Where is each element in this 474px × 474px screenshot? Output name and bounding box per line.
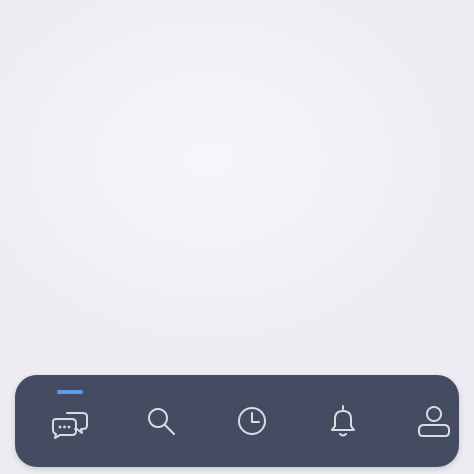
tab-profile[interactable]	[404, 375, 464, 467]
bell-icon	[323, 401, 363, 441]
tab-notifications[interactable]	[313, 375, 373, 467]
active-tab-indicator	[57, 390, 83, 394]
tab-history[interactable]	[222, 375, 282, 467]
bottom-tab-bar	[15, 375, 459, 467]
main-content-area	[0, 0, 474, 370]
clock-icon	[232, 401, 272, 441]
tab-messages[interactable]	[40, 375, 100, 467]
tab-search[interactable]	[131, 375, 191, 467]
search-icon	[141, 401, 181, 441]
chat-bubbles-icon	[50, 401, 90, 441]
user-icon	[414, 401, 454, 441]
app-screen	[0, 0, 474, 474]
